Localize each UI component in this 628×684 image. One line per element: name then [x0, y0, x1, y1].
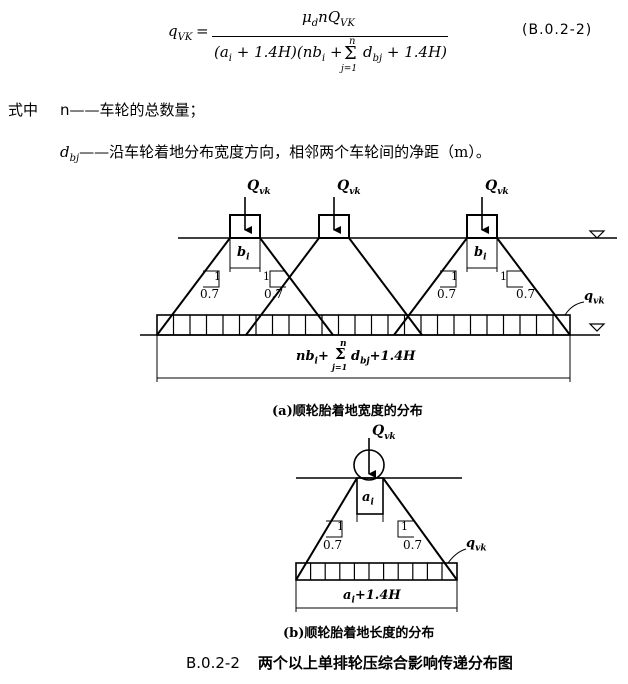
diagram-b-q: q	[466, 536, 476, 551]
diagram-a-b-sub-1: i	[246, 252, 250, 263]
diagram-a-slope-one-3: 1	[451, 270, 458, 283]
diagram-b-slope-ratio-right: 0.7	[403, 538, 423, 552]
diagram-a-slope-ratio-1: 0.7	[200, 287, 220, 301]
diagram-a-slope-one-2: 1	[263, 270, 270, 283]
diagram-a-load-sub-3: vk	[497, 186, 509, 197]
diagram-a-q: q	[584, 289, 594, 304]
diagram-a-slope-ratio-4: 0.7	[516, 287, 536, 301]
diagram-b-distribution-strip	[295, 562, 458, 581]
figure-title-text: 两个以上单排轮压综合影响传递分布图	[257, 654, 513, 672]
diagram-a-dim-sum: Σ	[335, 345, 346, 363]
diagram-b-q-sub: vk	[475, 543, 487, 554]
diagram-a-dim-tail-text: +1.4H	[369, 349, 416, 364]
diagram-a-load-q-1: Q	[247, 178, 260, 194]
figure-title-number: B.0.2-2	[186, 654, 240, 672]
diagram-b-caption: (b)顺轮胎着地长度的分布	[283, 626, 435, 641]
diagram-a-b-label-1: bi	[237, 245, 250, 263]
diagram-b-a-label: ai	[362, 490, 374, 508]
diagram-b-strip-ticks	[310, 563, 443, 580]
diagram-b-slope-one-right: 1	[401, 520, 408, 533]
diagram-a-load-q-2: Q	[337, 178, 350, 194]
diagram-b-load-sub: vk	[384, 431, 396, 442]
diagram-a-slope-triangle-4	[506, 270, 523, 288]
diagram-a-load-q-3: Q	[485, 178, 498, 194]
diagram-a-dim-sum-lower: j=1	[332, 362, 348, 372]
diagram-b-dim-tail: +1.4H	[354, 588, 401, 603]
diagram-a-strip-ticks	[172, 315, 554, 335]
diagram-a-slope-ratio-3: 0.7	[437, 287, 457, 301]
diagram-a-dim-tail: dbj+1.4H	[351, 349, 415, 367]
diagram-a-bottom-level-symbol	[588, 323, 606, 332]
diagram-a-load-sub-1: vk	[259, 186, 271, 197]
diagram-a-dim-nb: nb	[296, 349, 315, 364]
diagram-a-distribution-strip	[156, 314, 571, 336]
diagram-a-q-label: qvk	[584, 289, 605, 307]
diagram-b	[295, 438, 467, 612]
diagram-a-b-label-3: bi	[474, 245, 487, 263]
diagram-b-load-label: Qvk	[372, 423, 396, 442]
diagram-a-dim-d: d	[351, 349, 361, 364]
diagram-a-slope-one-1: 1	[214, 270, 221, 283]
diagram-a-caption: (a)顺轮胎着地宽度的分布	[272, 404, 423, 419]
diagram-a-dim-label: nbi+	[296, 349, 329, 367]
diagram-b-slope-ratio-left: 0.7	[323, 538, 343, 552]
diagram-b-load-q: Q	[372, 423, 385, 439]
diagram-a-load-label-2: Qvk	[337, 178, 361, 197]
figure-diagrams	[140, 197, 617, 612]
diagram-b-slope-one-left: 1	[337, 520, 344, 533]
diagram-b-spread-right	[382, 477, 458, 581]
diagram-a-b-1: b	[237, 245, 247, 260]
diagram-a-slope-ratio-2: 0.7	[264, 287, 284, 301]
figure-title: B.0.2-2 两个以上单排轮压综合影响传递分布图	[186, 652, 513, 673]
diagram-b-q-leader	[447, 548, 467, 564]
diagram-a-load-label-3: Qvk	[485, 178, 509, 197]
diagram-b-spread-left	[295, 477, 358, 581]
diagram-a-b-3: b	[474, 245, 484, 260]
diagram-a-slope-one-4: 1	[500, 270, 507, 283]
diagram-a-b-sub-3: i	[483, 252, 487, 263]
diagram-b-a-sub: i	[370, 497, 374, 508]
diagram-a-load-sub-2: vk	[349, 186, 361, 197]
diagram-a-dim-plus: +	[317, 349, 329, 364]
diagram-a-load-label-1: Qvk	[247, 178, 271, 197]
diagram-a-spread-2-right	[348, 237, 423, 336]
diagram-b-q-label: qvk	[466, 536, 487, 554]
diagram-a-q-leader	[564, 301, 585, 316]
diagram-a-q-sub: vk	[593, 296, 605, 307]
diagram-a-level-symbol	[588, 230, 606, 239]
diagram-b-dim-label: ai+1.4H	[343, 588, 401, 606]
diagram-a-dim-d-sub: bj	[360, 356, 370, 367]
